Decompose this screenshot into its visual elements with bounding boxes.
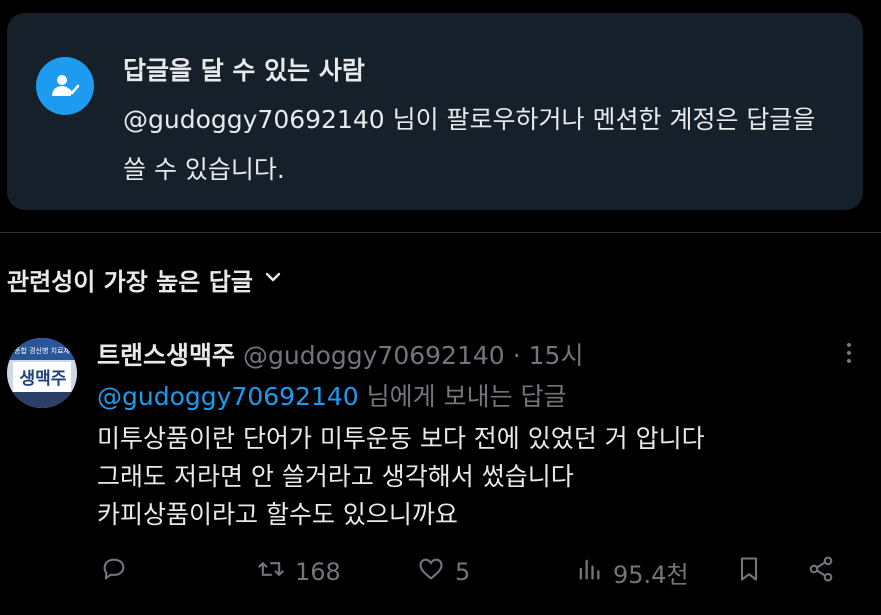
timestamp[interactable]: 15시 (529, 336, 584, 372)
divider (0, 232, 881, 233)
reply-header: 트랜스생맥주 @gudoggy70692140 · 15시 (97, 336, 583, 370)
retweet-count: 168 (295, 558, 341, 586)
separator-dot: · (512, 341, 521, 370)
person-check-icon (36, 57, 94, 115)
heart-icon (417, 555, 445, 589)
notice-body: @gudoggy70692140 님이 팔로우하거나 멘션한 계정은 답글을 쓸… (123, 105, 816, 184)
display-name[interactable]: 트랜스생맥주 (97, 336, 235, 372)
reply-to-suffix: 님에게 보내는 답글 (358, 382, 567, 411)
reply-button[interactable] (100, 552, 138, 592)
share-icon (807, 555, 835, 589)
retweet-icon (257, 555, 285, 589)
bookmark-button[interactable] (735, 552, 763, 592)
reply-text: 미투상품이란 단어가 미투운동 보다 전에 있었던 거 압니다 그래도 저라면 … (97, 420, 857, 534)
svg-text:통합 경신병 치료제: 통합 경신병 치료제 (14, 346, 70, 355)
view-count: 95.4천 (613, 560, 689, 589)
like-count: 5 (455, 558, 471, 586)
action-bar: 168 5 95.4천 (97, 552, 867, 592)
reply-sort-dropdown[interactable]: 관련성이 가장 높은 답글 (7, 262, 283, 296)
svg-text:생맥주: 생맥주 (20, 369, 67, 389)
views-button[interactable]: 95.4천 (575, 552, 689, 592)
reply-text-line: 그래도 저라면 안 쓸거라고 생각해서 썼습니다 (97, 462, 574, 491)
user-handle[interactable]: @gudoggy70692140 (243, 341, 505, 370)
bookmark-icon (735, 555, 763, 589)
more-dots-icon[interactable] (838, 338, 860, 368)
reply-permission-notice: 답글을 달 수 있는 사람 @gudoggy70692140 님이 팔로우하거나… (7, 13, 863, 210)
reply-icon (100, 555, 128, 589)
reply-to-line: @gudoggy70692140 님에게 보내는 답글 (97, 377, 567, 413)
reply-text-line: 미투상품이란 단어가 미투운동 보다 전에 있었던 거 압니다 (97, 424, 705, 453)
chevron-down-icon (263, 267, 283, 291)
views-icon (575, 555, 603, 589)
share-button[interactable] (807, 552, 835, 592)
reply-text-line: 카피상품이라고 할수도 있으니까요 (97, 500, 458, 529)
sort-label: 관련성이 가장 높은 답글 (7, 267, 253, 296)
notice-title: 답글을 달 수 있는 사람 (123, 56, 365, 85)
reply-to-mention[interactable]: @gudoggy70692140 (97, 382, 359, 411)
retweet-button[interactable]: 168 (257, 552, 341, 592)
like-button[interactable]: 5 (417, 552, 470, 592)
avatar[interactable]: 통합 경신병 치료제 생맥주 (7, 338, 77, 408)
